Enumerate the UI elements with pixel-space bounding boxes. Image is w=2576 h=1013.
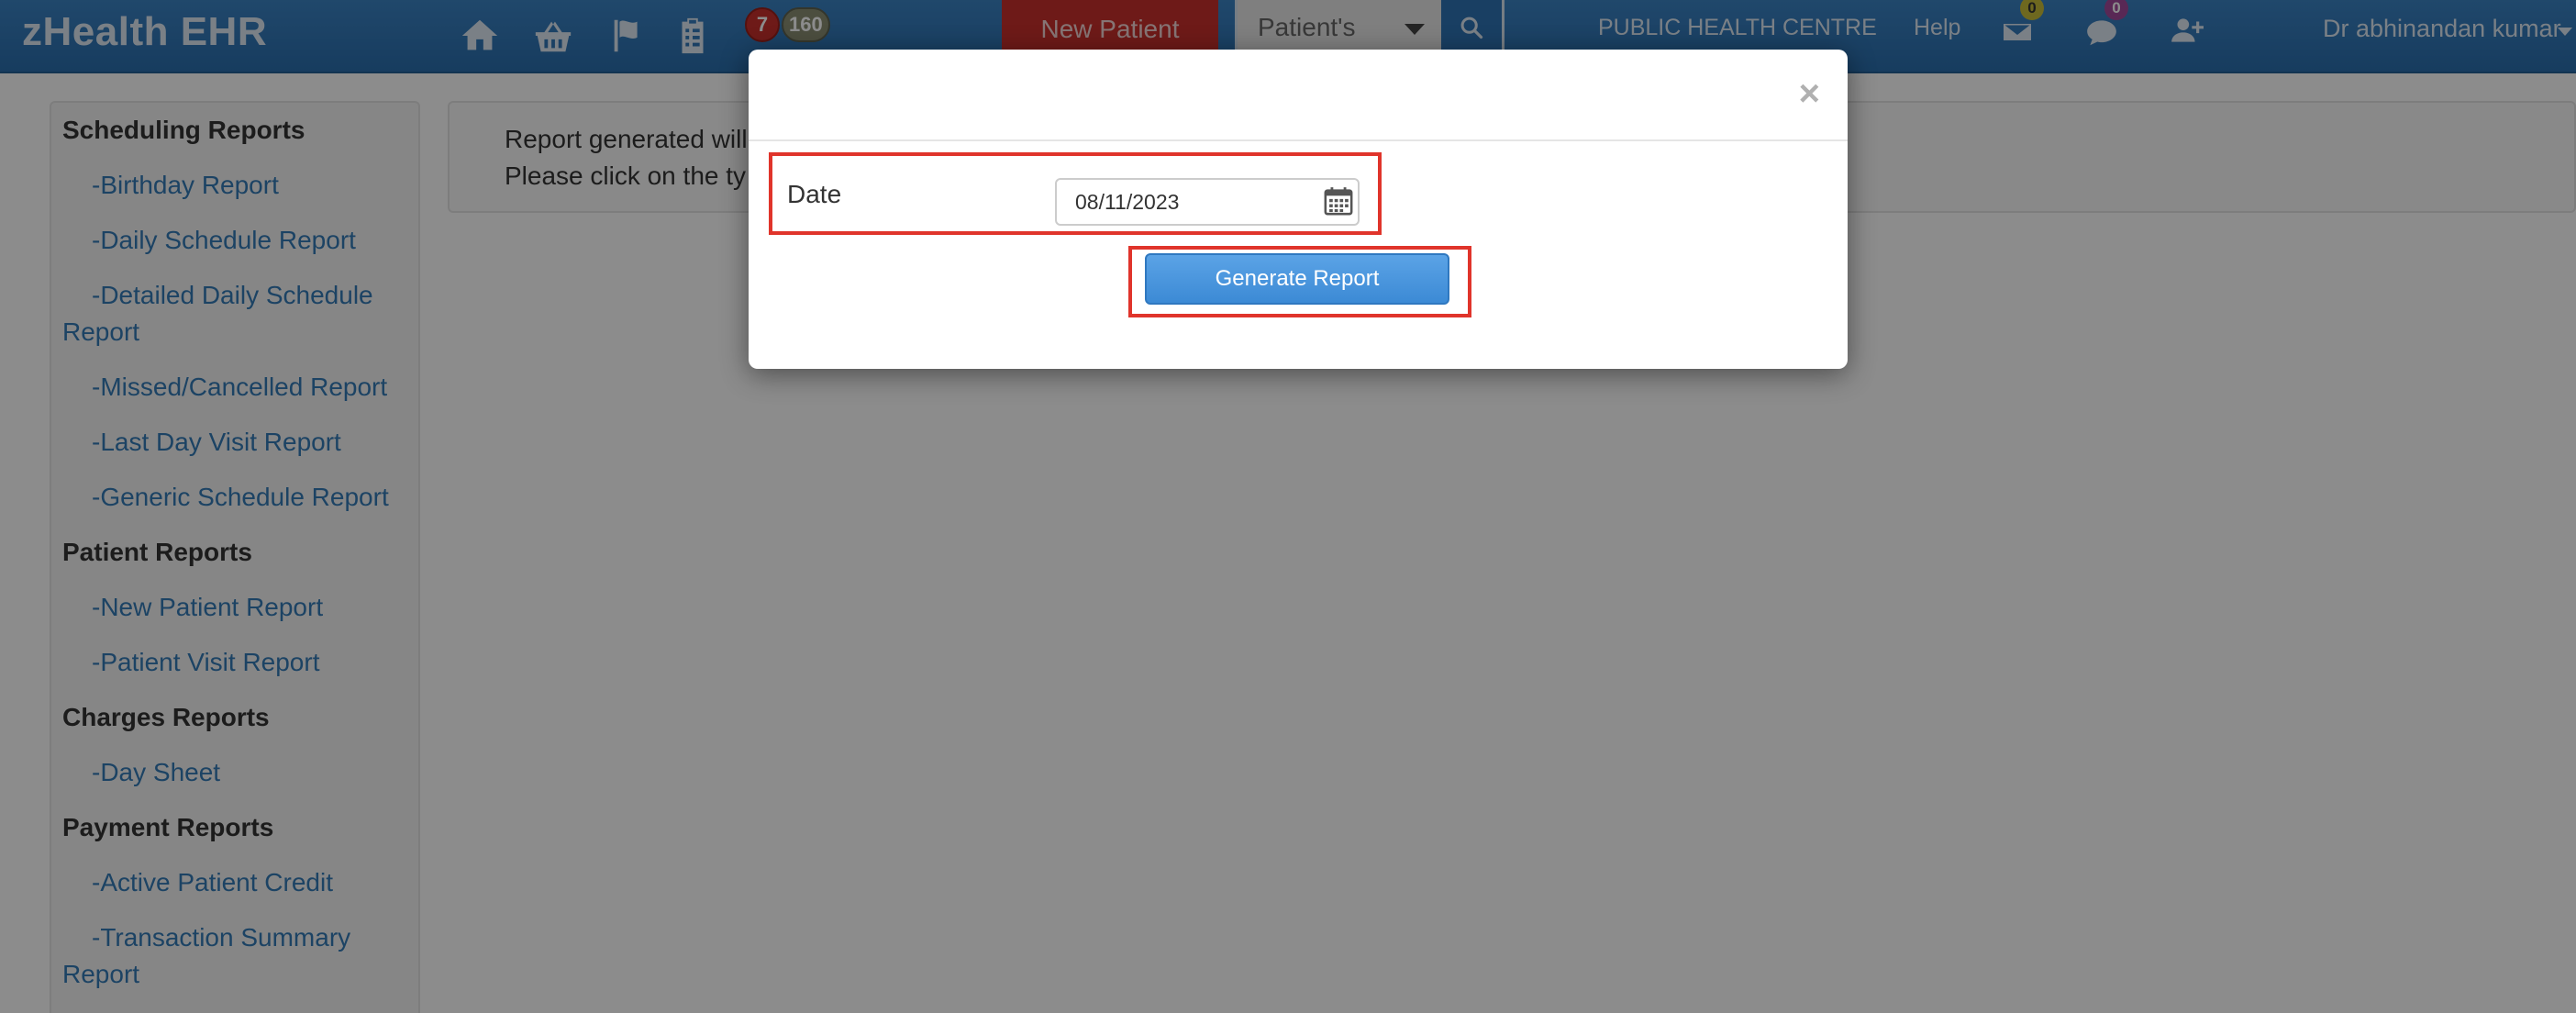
modal-header: × [749, 50, 1848, 141]
report-date-modal: × Date Generate Report [749, 50, 1848, 369]
date-input[interactable] [1055, 178, 1360, 226]
close-icon[interactable]: × [1799, 75, 1820, 112]
date-label: Date [787, 180, 842, 208]
calendar-icon[interactable] [1323, 185, 1354, 217]
generate-report-button[interactable]: Generate Report [1145, 253, 1449, 305]
